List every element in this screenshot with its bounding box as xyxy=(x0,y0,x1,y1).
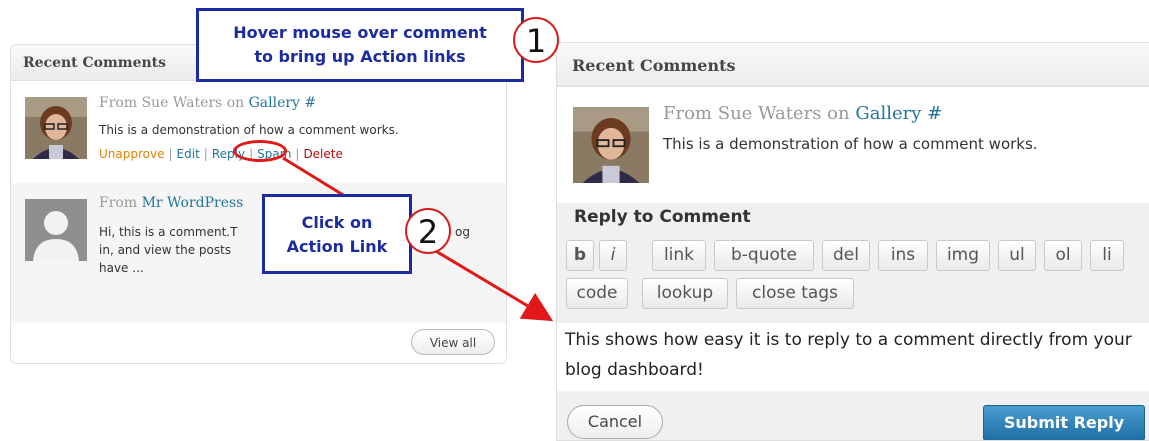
edit-link[interactable]: Edit xyxy=(177,147,200,161)
quicktag-close-tags-button[interactable]: close tags xyxy=(736,278,854,309)
comment-text-line: in, and view the posts xyxy=(99,243,232,257)
panel-title: Recent Comments xyxy=(572,56,736,75)
callout-text-line: Click on xyxy=(301,213,373,232)
comment-meta: From Sue Waters on Gallery # xyxy=(663,103,942,124)
reply-highlight-circle xyxy=(233,140,287,162)
post-link[interactable]: Gallery # xyxy=(855,103,942,124)
comment-author: Sue Waters xyxy=(717,103,822,124)
on-label: on xyxy=(226,95,245,111)
submit-reply-button[interactable]: Submit Reply xyxy=(983,405,1145,440)
post-link[interactable]: Gallery # xyxy=(249,95,317,111)
from-label: From xyxy=(663,103,712,124)
on-label: on xyxy=(827,103,850,124)
quicktag-lookup-button[interactable]: lookup xyxy=(642,278,728,309)
comment-author-link[interactable]: Mr WordPress xyxy=(142,195,244,211)
step-number-badge: 1 xyxy=(513,17,559,63)
quicktag-ol-button[interactable]: ol xyxy=(1044,240,1082,271)
quicktag-img-button[interactable]: img xyxy=(936,240,990,271)
comment-text-line: Hi, this is a comment.T xyxy=(99,225,238,239)
quicktag-li-button[interactable]: li xyxy=(1090,240,1124,271)
recent-comments-widget: Recent Comments From Sue Waters on Galle… xyxy=(10,44,507,364)
default-avatar-icon xyxy=(25,199,87,261)
comment-text: This is a demonstration of how a comment… xyxy=(99,123,399,137)
quicktag-bquote-button[interactable]: b-quote xyxy=(714,240,814,271)
widget-title: Recent Comments xyxy=(23,55,167,71)
reply-form-title: Reply to Comment xyxy=(574,207,751,227)
user-photo-avatar xyxy=(25,97,87,159)
reply-textarea[interactable]: This shows how easy it is to reply to a … xyxy=(557,323,1149,391)
quicktag-del-button[interactable]: del xyxy=(822,240,870,271)
callout-text-line: Action Link xyxy=(286,237,388,256)
comment-meta: From Sue Waters on Gallery # xyxy=(99,95,316,111)
view-all-button[interactable]: View all xyxy=(411,329,495,355)
comment-meta: From Mr WordPress xyxy=(99,195,243,211)
comment-row-actions: Unapprove | Edit | Reply | Spam | Delete xyxy=(99,147,343,161)
step-number-badge: 2 xyxy=(405,208,451,254)
callout-text-line: Hover mouse over comment xyxy=(233,23,487,42)
comment-item[interactable]: From Sue Waters on Gallery # This is a d… xyxy=(11,81,506,181)
callout-text-line: to bring up Action links xyxy=(254,47,466,66)
callout-step-2: Click on Action Link xyxy=(262,194,412,274)
comment-text-line: have ... xyxy=(99,261,144,275)
comment-text: This is a demonstration of how a comment… xyxy=(663,135,1038,153)
reply-panel: Recent Comments From Sue Waters on Galle… xyxy=(556,42,1149,441)
quicktag-ins-button[interactable]: ins xyxy=(878,240,928,271)
from-label: From xyxy=(99,95,138,111)
quicktag-link-button[interactable]: link xyxy=(652,240,706,271)
quicktag-ul-button[interactable]: ul xyxy=(998,240,1036,271)
quicktag-code-button[interactable]: code xyxy=(566,278,628,309)
delete-link[interactable]: Delete xyxy=(303,147,342,161)
quicktag-italic-button[interactable]: i xyxy=(599,240,627,271)
panel-header: Recent Comments xyxy=(557,43,1149,87)
quicktag-bold-button[interactable]: b xyxy=(566,240,594,271)
callout-step-1: Hover mouse over comment to bring up Act… xyxy=(196,8,524,82)
unapprove-link[interactable]: Unapprove xyxy=(99,147,164,161)
comment-author: Sue Waters xyxy=(141,95,223,111)
comment-text-fragment: og xyxy=(455,225,470,239)
from-label: From xyxy=(99,195,138,211)
user-photo-avatar xyxy=(573,107,649,183)
reply-form: Reply to Comment b i link b-quote del in… xyxy=(557,203,1149,440)
cancel-button[interactable]: Cancel xyxy=(567,405,663,439)
